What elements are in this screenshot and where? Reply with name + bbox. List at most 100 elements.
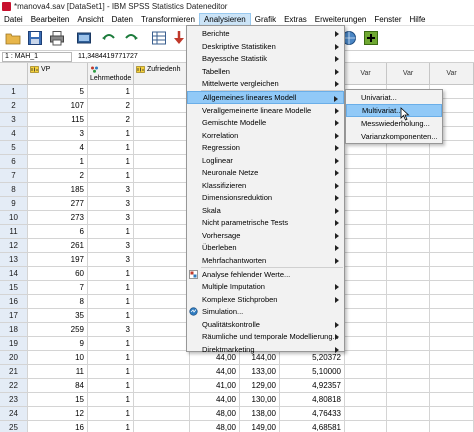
menu-fenster[interactable]: Fenster (370, 13, 405, 26)
cell-zufriedenheit[interactable] (134, 169, 190, 183)
cell-empty[interactable] (430, 183, 474, 197)
menu-ansicht[interactable]: Ansicht (73, 13, 107, 26)
cell-zufriedenheit[interactable] (134, 113, 190, 127)
cell-empty[interactable] (387, 379, 430, 393)
analyze-menu-item[interactable]: Loglinear (187, 154, 344, 167)
cell-data[interactable]: 4,92357 (280, 379, 345, 393)
cell-empty[interactable] (430, 393, 474, 407)
row-number[interactable]: 9 (0, 197, 28, 211)
analyze-menu-item[interactable]: Berichte (187, 27, 344, 40)
cell-zufriedenheit[interactable] (134, 323, 190, 337)
cell-empty[interactable] (387, 211, 430, 225)
cell-zufriedenheit[interactable] (134, 253, 190, 267)
undo-icon[interactable] (100, 29, 118, 47)
cell-lehrmethode[interactable]: 3 (88, 239, 134, 253)
cell-lehrmethode[interactable]: 3 (88, 197, 134, 211)
cell-vp[interactable]: 185 (28, 183, 88, 197)
cell-vp[interactable]: 84 (28, 379, 88, 393)
cell-empty[interactable] (387, 169, 430, 183)
cell-empty[interactable] (345, 183, 387, 197)
var-column-header[interactable]: Var (387, 63, 430, 85)
menu-daten[interactable]: Daten (108, 13, 137, 26)
cell-data[interactable]: 48,00 (190, 421, 240, 432)
row-number[interactable]: 1 (0, 85, 28, 99)
menu-bearbeiten[interactable]: Bearbeiten (27, 13, 74, 26)
cell-empty[interactable] (345, 239, 387, 253)
cell-vp[interactable]: 107 (28, 99, 88, 113)
row-number[interactable]: 22 (0, 379, 28, 393)
analyze-menu-item[interactable]: Tabellen (187, 65, 344, 78)
cell-vp[interactable]: 3 (28, 127, 88, 141)
cell-empty[interactable] (387, 225, 430, 239)
cell-vp[interactable]: 1 (28, 155, 88, 169)
row-number[interactable]: 10 (0, 211, 28, 225)
cell-data[interactable]: 4,80818 (280, 393, 345, 407)
row-number[interactable]: 12 (0, 239, 28, 253)
row-number[interactable]: 4 (0, 127, 28, 141)
analyze-menu-item[interactable]: Mittelwerte vergleichen (187, 77, 344, 90)
cell-lehrmethode[interactable]: 2 (88, 99, 134, 113)
cell-zufriedenheit[interactable] (134, 225, 190, 239)
cell-vp[interactable]: 2 (28, 169, 88, 183)
cell-zufriedenheit[interactable] (134, 155, 190, 169)
menu-hilfe[interactable]: Hilfe (405, 13, 429, 26)
cell-zufriedenheit[interactable] (134, 393, 190, 407)
cell-empty[interactable] (387, 253, 430, 267)
row-number[interactable]: 23 (0, 393, 28, 407)
cell-empty[interactable] (345, 211, 387, 225)
cell-empty[interactable] (430, 169, 474, 183)
cell-empty[interactable] (387, 393, 430, 407)
cell-empty[interactable] (430, 267, 474, 281)
cell-zufriedenheit[interactable] (134, 127, 190, 141)
cell-data[interactable]: 130,00 (240, 393, 280, 407)
cell-vp[interactable]: 12 (28, 407, 88, 421)
analyze-menu-item[interactable]: Allgemeines lineares Modell (187, 91, 344, 104)
cell-vp[interactable]: 7 (28, 281, 88, 295)
cell-empty[interactable] (387, 365, 430, 379)
cell-empty[interactable] (345, 169, 387, 183)
cell-lehrmethode[interactable]: 1 (88, 85, 134, 99)
cell-vp[interactable]: 60 (28, 267, 88, 281)
cell-empty[interactable] (430, 197, 474, 211)
cell-empty[interactable] (345, 197, 387, 211)
analyze-menu-item[interactable]: Gemischte Modelle (187, 116, 344, 129)
glm-submenu-item[interactable]: Messwiederholung... (346, 117, 442, 130)
cell-empty[interactable] (387, 183, 430, 197)
add-on-icon[interactable] (362, 29, 380, 47)
cell-empty[interactable] (430, 379, 474, 393)
goto-case-icon[interactable] (150, 29, 168, 47)
var-column-header[interactable]: Var (430, 63, 474, 85)
cell-lehrmethode[interactable]: 1 (88, 351, 134, 365)
cell-empty[interactable] (345, 421, 387, 432)
analyze-menu-item[interactable]: Nicht parametrische Tests (187, 216, 344, 229)
analyze-menu-item[interactable]: Vorhersage (187, 229, 344, 242)
row-number[interactable]: 6 (0, 155, 28, 169)
open-folder-icon[interactable] (4, 29, 22, 47)
cell-vp[interactable]: 16 (28, 421, 88, 432)
cell-vp[interactable]: 9 (28, 337, 88, 351)
menu-grafik[interactable]: Grafik (251, 13, 280, 26)
row-number[interactable]: 7 (0, 169, 28, 183)
cell-empty[interactable] (430, 365, 474, 379)
cell-empty[interactable] (387, 239, 430, 253)
cell-empty[interactable] (430, 253, 474, 267)
redo-icon[interactable] (122, 29, 140, 47)
cell-lehrmethode[interactable]: 1 (88, 281, 134, 295)
cell-vp[interactable]: 15 (28, 393, 88, 407)
cell-lehrmethode[interactable]: 1 (88, 155, 134, 169)
cell-empty[interactable] (430, 211, 474, 225)
cell-empty[interactable] (345, 365, 387, 379)
row-number[interactable]: 2 (0, 99, 28, 113)
cell-zufriedenheit[interactable] (134, 407, 190, 421)
cell-empty[interactable] (387, 407, 430, 421)
cell-data[interactable]: 129,00 (240, 379, 280, 393)
cell-lehrmethode[interactable]: 1 (88, 169, 134, 183)
cell-lehrmethode[interactable]: 1 (88, 421, 134, 432)
cell-empty[interactable] (345, 407, 387, 421)
cell-vp[interactable]: 259 (28, 323, 88, 337)
cell-empty[interactable] (387, 197, 430, 211)
cell-lehrmethode[interactable]: 1 (88, 127, 134, 141)
save-icon[interactable] (26, 29, 44, 47)
dialog-recall-icon[interactable] (75, 29, 93, 47)
cell-empty[interactable] (345, 351, 387, 365)
